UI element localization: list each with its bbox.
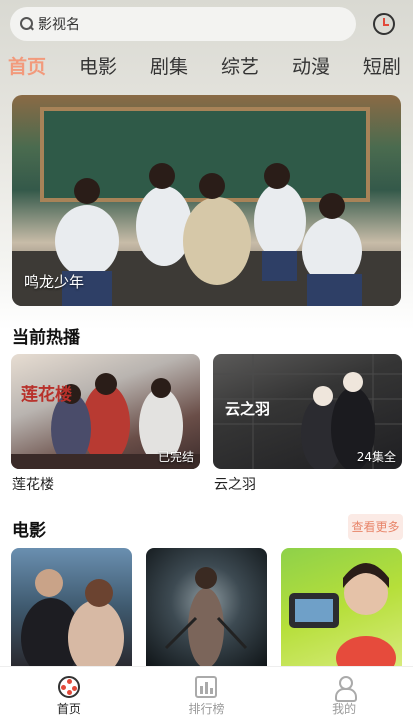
user-icon <box>333 676 358 702</box>
card-status: 已完结 <box>157 450 194 464</box>
home-icon <box>57 676 80 698</box>
movie-poster-image <box>21 569 124 666</box>
nav-ranking-label: 排行榜 <box>188 702 225 716</box>
tab-anime[interactable]: 动漫 <box>292 52 330 82</box>
movie-poster[interactable] <box>281 548 402 666</box>
search-bar[interactable]: 影视名 <box>10 7 356 41</box>
nav-home[interactable]: 首页 <box>29 676 109 717</box>
nav-profile-label: 我的 <box>332 702 357 716</box>
movie-poster[interactable] <box>11 548 132 666</box>
movie-poster-image <box>289 563 396 666</box>
card-title[interactable]: 云之羽 <box>214 474 256 494</box>
card-logo-text: 云之羽 <box>225 400 271 418</box>
tab-series[interactable]: 剧集 <box>150 52 188 82</box>
featured-banner[interactable]: 鸣龙少年 <box>12 95 401 306</box>
card-logo-text: 莲花楼 <box>21 385 72 405</box>
category-tabs: 首页 电影 剧集 综艺 动漫 短剧 <box>0 52 413 82</box>
tab-variety[interactable]: 综艺 <box>221 52 259 82</box>
card-title[interactable]: 莲花楼 <box>12 474 54 494</box>
now-playing-card[interactable]: 莲花楼 已完结 <box>11 354 200 469</box>
banner-title: 鸣龙少年 <box>24 273 85 291</box>
movies-section-title: 电影 <box>12 521 46 541</box>
nav-home-label: 首页 <box>56 702 81 716</box>
tab-movies[interactable]: 电影 <box>79 52 117 82</box>
now-playing-card[interactable]: 云之羽 24集全 <box>213 354 402 469</box>
movie-poster-image <box>164 567 248 666</box>
see-more-button[interactable]: 查看更多 <box>348 514 403 540</box>
nav-ranking[interactable]: 排行榜 <box>166 676 246 717</box>
ranking-chart-icon <box>195 676 218 698</box>
nav-profile[interactable]: 我的 <box>304 676 384 717</box>
tab-short-drama[interactable]: 短剧 <box>363 52 401 82</box>
search-icon <box>20 17 34 31</box>
tab-home[interactable]: 首页 <box>8 52 46 82</box>
bottom-navigation: 首页 排行榜 我的 <box>0 666 413 720</box>
history-icon[interactable] <box>373 13 395 35</box>
movie-poster[interactable] <box>146 548 267 666</box>
search-placeholder: 影视名 <box>38 17 80 33</box>
card-status: 24集全 <box>356 450 396 464</box>
now-playing-title: 当前热播 <box>12 328 80 348</box>
